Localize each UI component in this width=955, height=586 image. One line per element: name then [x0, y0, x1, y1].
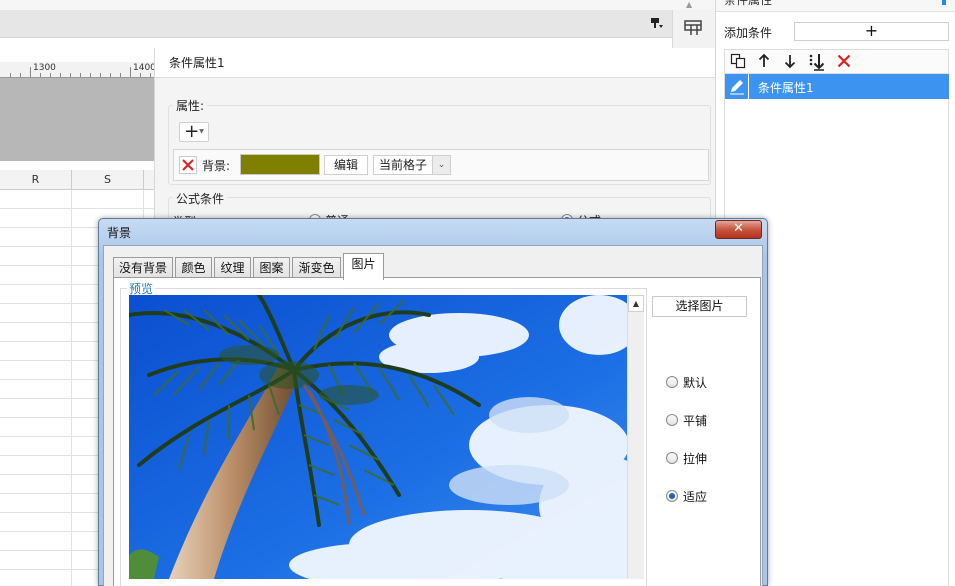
tab-color[interactable]: 颜色 — [175, 257, 212, 279]
edit-pencil-icon — [725, 74, 749, 99]
arrow-down-icon[interactable] — [781, 53, 799, 71]
preview-image — [129, 295, 627, 579]
column-header-s[interactable]: S — [72, 170, 144, 190]
radio-button[interactable] — [666, 452, 678, 464]
frame-layout-icon[interactable] — [683, 18, 703, 38]
layout-option-label: 默认 — [683, 376, 708, 390]
canvas-gray-area — [0, 78, 160, 161]
color-swatch[interactable] — [240, 154, 320, 175]
collapse-icon[interactable]: ▲ — [686, 0, 696, 9]
choose-image-button[interactable]: 选择图片 — [652, 296, 747, 317]
editor-toolbar — [0, 10, 672, 38]
layout-option-label: 平铺 — [683, 414, 708, 428]
layout-option-label: 适应 — [683, 490, 708, 504]
tab-gradient[interactable]: 渐变色 — [292, 257, 341, 279]
radio-button[interactable] — [666, 414, 678, 426]
ruler-label: 1300 — [33, 63, 56, 73]
copy-icon[interactable] — [729, 53, 747, 71]
sidebar-accent-mark — [942, 0, 946, 5]
sidebar-title: 条件属性 — [724, 0, 773, 7]
formula-condition-label: 公式条件 — [173, 190, 228, 207]
condition-list-item[interactable]: 条件属性1 — [725, 74, 949, 99]
property-name: 背景: — [202, 159, 231, 173]
dialog-body: 没有背景 颜色 纹理 图案 渐变色 图片 预览 ▲ 选择图片 默认 平铺 拉伸 … — [103, 245, 763, 586]
edit-button[interactable]: 编辑 — [324, 155, 368, 175]
ruler-label: 1400 — [133, 63, 156, 73]
add-property-button[interactable]: +▼ — [179, 122, 209, 142]
panel-title: 条件属性1 — [155, 48, 720, 78]
scroll-up-icon[interactable]: ▲ — [628, 295, 644, 312]
properties-label: 属性: — [173, 97, 208, 114]
chevron-down-icon[interactable]: ⌄ — [432, 156, 450, 174]
tab-no-background[interactable]: 没有背景 — [113, 257, 173, 279]
move-to-bottom-icon[interactable] — [808, 53, 826, 71]
scope-value: 当前格子 — [379, 158, 428, 172]
delete-x-icon[interactable] — [835, 53, 853, 71]
tab-image[interactable]: 图片 — [343, 253, 384, 280]
background-dialog: 背景 ✕ 没有背景 颜色 纹理 图案 渐变色 图片 预览 ▲ 选择图片 默认 平… — [98, 218, 768, 586]
condition-list-toolbar — [724, 49, 949, 74]
arrow-up-icon[interactable] — [755, 53, 773, 71]
image-tab-panel: 预览 ▲ 选择图片 默认 平铺 拉伸 适应 — [113, 277, 761, 586]
scope-select[interactable]: 当前格子 ⌄ — [373, 155, 451, 175]
plus-icon: + — [184, 121, 200, 142]
tab-pattern[interactable]: 图案 — [253, 257, 290, 279]
add-condition-label: 添加条件 — [724, 26, 773, 40]
close-x-icon[interactable]: ✕ — [715, 220, 762, 239]
sidebar-header: 条件属性 — [716, 0, 955, 12]
property-row: 背景: 编辑 当前格子 ⌄ — [173, 149, 709, 181]
tab-texture[interactable]: 纹理 — [214, 257, 251, 279]
column-header-r[interactable]: R — [0, 170, 72, 190]
plus-icon: + — [864, 21, 879, 40]
delete-x-icon[interactable] — [179, 156, 197, 174]
top-strip — [0, 0, 715, 10]
tab-bar: 没有背景 颜色 纹理 图案 渐变色 图片 — [113, 253, 761, 280]
dialog-title: 背景 — [107, 226, 132, 240]
radio-button[interactable] — [666, 490, 678, 502]
radio-selected-dot — [669, 493, 675, 499]
format-painter-icon[interactable] — [648, 15, 664, 31]
dropdown-triangle-icon: ▼ — [199, 128, 204, 135]
preview-scrollbar[interactable]: ▲ — [627, 295, 644, 579]
add-condition-button[interactable]: + — [794, 22, 949, 41]
condition-item-label: 条件属性1 — [758, 81, 814, 95]
radio-button[interactable] — [666, 376, 678, 388]
horizontal-ruler: 1300 1400 — [0, 62, 160, 78]
layout-option-label: 拉伸 — [683, 452, 708, 466]
